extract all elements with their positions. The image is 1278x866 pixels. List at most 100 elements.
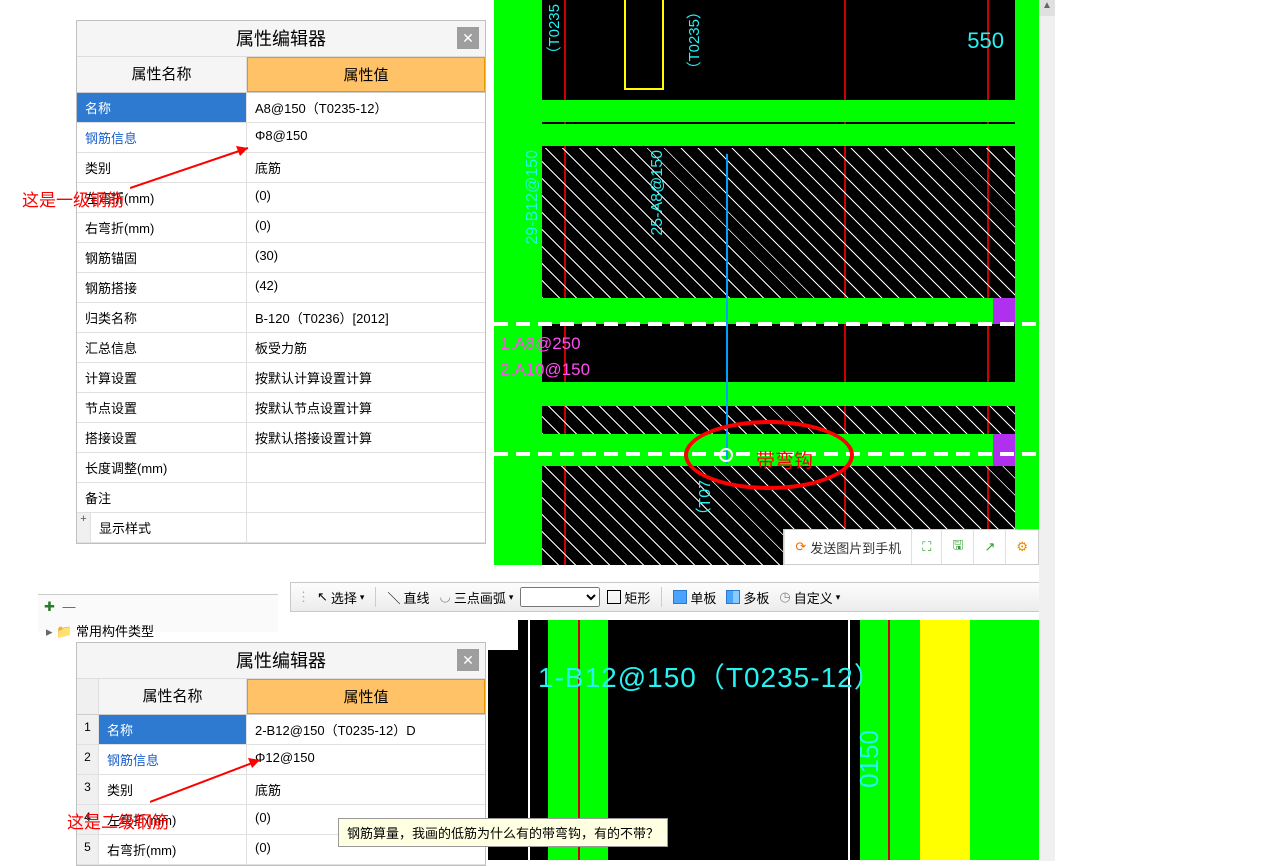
row-class-name[interactable]: 归类名称B-120（T0236）[2012]	[77, 303, 485, 333]
tree-item[interactable]: ▸ 📁 常用构件类型	[38, 619, 278, 642]
cell-value[interactable]: 板受力筋	[247, 333, 485, 362]
single-board-tool[interactable]: 单板	[670, 588, 719, 607]
row-remark[interactable]: 备注	[77, 483, 485, 513]
cell-value[interactable]: A8@150（T0235-12）	[247, 93, 485, 122]
vertical-scrollbar[interactable]: ▲	[1039, 0, 1055, 861]
row-num: 1	[77, 715, 99, 744]
label: 单板	[690, 588, 716, 607]
row-name[interactable]: 名称A8@150（T0235-12）	[77, 93, 485, 123]
row-num: 2	[77, 745, 99, 774]
cell-value[interactable]: Φ8@150	[247, 123, 485, 152]
row-summary[interactable]: 汇总信息板受力筋	[77, 333, 485, 363]
line-tool[interactable]: ＼直线	[384, 588, 432, 607]
cell-value[interactable]: (0)	[247, 183, 485, 212]
expand-icon[interactable]: +	[77, 513, 91, 542]
rect-tool[interactable]: 矩形	[604, 588, 653, 607]
select-tool[interactable]: ↖选择▾	[314, 588, 367, 607]
cell-value[interactable]: 底筋	[247, 153, 485, 182]
row-display-style[interactable]: +显示样式	[77, 513, 485, 543]
tooltip: 钢筋算量，我画的低筋为什么有的带弯钩，有的不带？	[338, 818, 668, 847]
cell-value[interactable]: 底筋	[247, 775, 485, 804]
share-button[interactable]: ↗	[973, 530, 1005, 564]
corner-box	[488, 620, 518, 650]
chevron-down-icon: ▾	[836, 592, 841, 603]
green-band	[494, 382, 1039, 406]
scroll-up-icon[interactable]: ▲	[1039, 0, 1055, 16]
header-value[interactable]: 属性值	[247, 679, 485, 714]
row-lap-setting[interactable]: 搭接设置按默认搭接设置计算	[77, 423, 485, 453]
cell-value[interactable]: 按默认计算设置计算	[247, 363, 485, 392]
cell-value[interactable]: 按默认搭接设置计算	[247, 423, 485, 452]
chevron-down-icon: ▾	[360, 592, 365, 603]
row-right-bend[interactable]: 右弯折(mm)(0)	[77, 213, 485, 243]
row-name[interactable]: 1名称2-B12@150（T0235-12）D	[77, 715, 485, 745]
annotation-text-1: 这是一级钢筋	[22, 186, 124, 211]
cell-value[interactable]: B-120（T0236）[2012]	[247, 303, 485, 332]
tree-item-label: 常用构件类型	[76, 624, 154, 639]
cell-name: 节点设置	[77, 393, 247, 422]
row-num: 3	[77, 775, 99, 804]
chevron-right-icon: ▸	[46, 624, 53, 639]
grip-icon[interactable]: ⋮	[297, 589, 310, 605]
cell-value[interactable]: 按默认节点设置计算	[247, 393, 485, 422]
tree-remove-icon[interactable]: —	[63, 599, 76, 614]
row-category[interactable]: 3类别底筋	[77, 775, 485, 805]
expand-icon: ⛶	[922, 539, 931, 555]
purple-block	[993, 434, 1015, 466]
cad-label: 2.A10@150	[500, 360, 590, 380]
arc-tool[interactable]: ◡三点画弧▾	[436, 588, 516, 607]
green-band	[494, 298, 1039, 324]
purple-block	[993, 298, 1015, 324]
row-calc-setting[interactable]: 计算设置按默认计算设置计算	[77, 363, 485, 393]
arc-options-select[interactable]	[520, 587, 600, 607]
dashed-line	[494, 322, 1039, 326]
row-rebar-info[interactable]: 钢筋信息Φ8@150	[77, 123, 485, 153]
component-tree[interactable]: ✚ — ▸ 📁 常用构件类型	[38, 594, 278, 632]
green-column	[1015, 0, 1039, 565]
close-button[interactable]: ✕	[457, 649, 479, 671]
cell-name: 搭接设置	[77, 423, 247, 452]
send-to-phone-button[interactable]: ⟳ 发送图片到手机	[784, 530, 911, 564]
cell-value[interactable]: (30)	[247, 243, 485, 272]
cell-value[interactable]	[247, 483, 485, 512]
label: 矩形	[624, 588, 650, 607]
property-editor-panel-1: 属性编辑器 ✕ 属性名称 属性值 名称A8@150（T0235-12） 钢筋信息…	[76, 20, 486, 544]
fullscreen-button[interactable]: ⛶	[911, 530, 941, 564]
share-icon: ↗	[984, 539, 995, 555]
row-rebar-info[interactable]: 2钢筋信息Φ12@150	[77, 745, 485, 775]
header-value[interactable]: 属性值	[247, 57, 485, 92]
row-lap[interactable]: 钢筋搭接(42)	[77, 273, 485, 303]
panel-title: 属性编辑器 ✕	[77, 643, 485, 679]
tree-add-icon[interactable]: ✚	[44, 599, 55, 614]
cell-name: 汇总信息	[77, 333, 247, 362]
cursor-icon: ↖	[317, 589, 328, 605]
yellow-line	[662, 0, 664, 90]
cell-name: 备注	[77, 483, 247, 512]
cell-value[interactable]	[247, 513, 485, 542]
custom-tool[interactable]: ◷自定义▾	[776, 588, 843, 607]
cell-value[interactable]	[247, 453, 485, 482]
rect-icon	[607, 590, 621, 604]
save-icon: 🖫	[952, 536, 963, 558]
close-button[interactable]: ✕	[457, 27, 479, 49]
cell-value[interactable]: (42)	[247, 273, 485, 302]
save-button[interactable]: 🖫	[941, 530, 973, 564]
cad-label: （T0235）	[684, 4, 705, 77]
green-band	[494, 124, 1039, 146]
cad-viewport-top[interactable]: （T0235 （T0235） 550 29-B12@150 25-A8@150 …	[494, 0, 1039, 565]
multi-board-tool[interactable]: 多板	[723, 588, 772, 607]
cell-name: 显示样式	[91, 513, 247, 542]
row-node-setting[interactable]: 节点设置按默认节点设置计算	[77, 393, 485, 423]
arc-icon: ◡	[439, 589, 450, 605]
send-label: 发送图片到手机	[810, 538, 901, 557]
row-anchor[interactable]: 钢筋锚固(30)	[77, 243, 485, 273]
settings-button[interactable]: ⚙	[1005, 530, 1038, 564]
cell-value[interactable]: (0)	[247, 213, 485, 242]
cell-value[interactable]: Φ12@150	[247, 745, 485, 774]
row-left-bend[interactable]: 左弯折(mm)(0)	[77, 183, 485, 213]
cell-value[interactable]: 2-B12@150（T0235-12）D	[247, 715, 485, 744]
cad-label: 550	[967, 28, 1004, 54]
row-category[interactable]: 类别底筋	[77, 153, 485, 183]
cell-name: 计算设置	[77, 363, 247, 392]
row-length-adj[interactable]: 长度调整(mm)	[77, 453, 485, 483]
